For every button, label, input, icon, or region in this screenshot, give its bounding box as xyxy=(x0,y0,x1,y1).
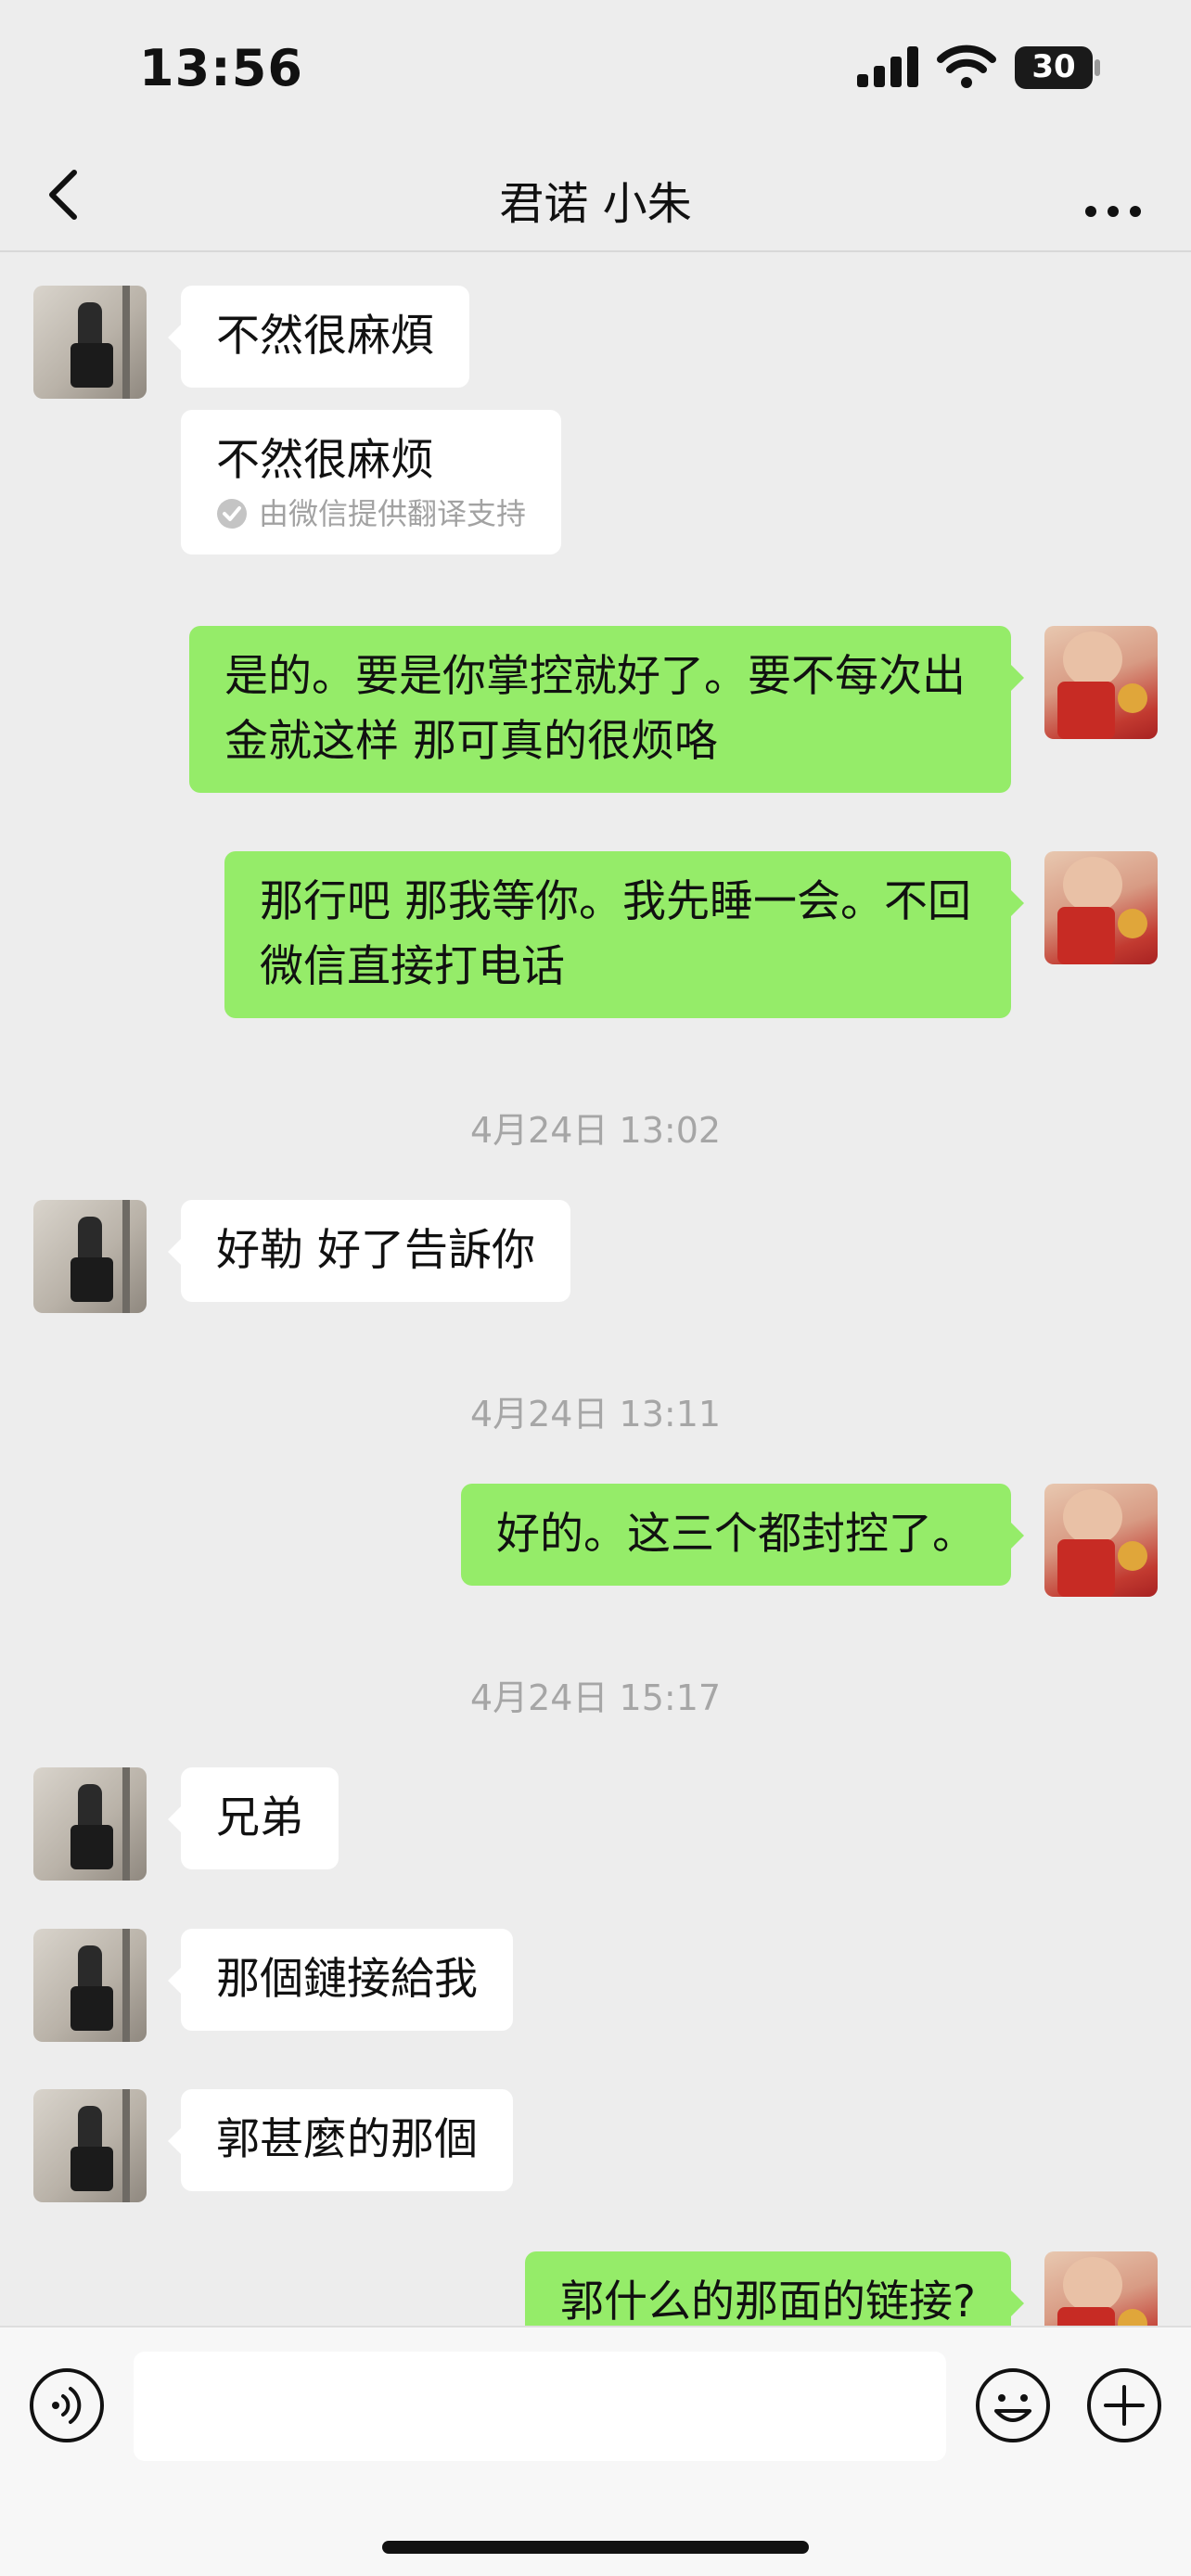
chat-title: 君诺 小朱 xyxy=(499,178,692,230)
emoji-icon[interactable] xyxy=(974,2366,1052,2444)
message-text: 兄弟 xyxy=(216,1792,303,1843)
message-text: 不然很麻煩 xyxy=(216,311,434,362)
input-bar xyxy=(0,2326,1191,2576)
battery-indicator: 30 xyxy=(1015,46,1100,89)
status-bar: 13:56 30 xyxy=(0,0,1191,139)
chat-header: 君诺 小朱 xyxy=(0,139,1191,252)
timestamp: 4月24日 13:02 xyxy=(469,1110,722,1151)
translation-note-text: 由微信提供翻译支持 xyxy=(259,496,527,531)
message-text: 好的。这三个都封控了。 xyxy=(496,1509,976,1560)
message-bubble[interactable]: 不然很麻煩 xyxy=(168,286,469,388)
my-avatar[interactable] xyxy=(1044,626,1158,739)
signal-icon xyxy=(857,46,918,87)
message-bubble[interactable]: 兄弟 xyxy=(168,1767,339,1869)
message-text: 是的。要是你掌控就好了。要不每次出金就这样 那可真的很烦咯 xyxy=(224,651,966,767)
timestamp: 4月24日 15:17 xyxy=(469,1677,722,1718)
status-time: 13:56 xyxy=(139,39,303,97)
message-bubble[interactable]: 那行吧 那我等你。我先睡一会。不回微信直接打电话 xyxy=(224,851,1024,1018)
contact-avatar[interactable] xyxy=(33,1200,147,1313)
translation-note: 由微信提供翻译支持 xyxy=(216,495,526,532)
timestamp: 4月24日 13:11 xyxy=(469,1394,722,1435)
my-avatar[interactable] xyxy=(1044,1484,1158,1597)
voice-icon[interactable] xyxy=(28,2366,106,2444)
plus-icon[interactable] xyxy=(1085,2366,1163,2444)
message-text: 郭甚麼的那個 xyxy=(216,2114,478,2165)
message-text: 那行吧 那我等你。我先睡一会。不回微信直接打电话 xyxy=(260,876,971,992)
contact-avatar[interactable] xyxy=(33,2089,147,2202)
message-bubble[interactable]: 好勒 好了告訴你 xyxy=(168,1200,570,1302)
contact-avatar[interactable] xyxy=(33,1767,147,1881)
message-bubble[interactable]: 郭甚麼的那個 xyxy=(168,2089,513,2191)
message-text: 不然很麻烦 xyxy=(216,435,434,486)
message-input[interactable] xyxy=(134,2352,946,2461)
wifi-icon xyxy=(937,45,996,88)
check-circle-icon xyxy=(217,499,247,529)
message-text: 那個鏈接給我 xyxy=(216,1954,478,2005)
chevron-left-icon[interactable] xyxy=(28,158,102,232)
battery-level: 30 xyxy=(1031,48,1076,85)
home-indicator xyxy=(382,2541,809,2554)
contact-avatar[interactable] xyxy=(33,1929,147,2042)
message-text: 好勒 好了告訴你 xyxy=(216,1225,535,1276)
message-bubble[interactable]: 那個鏈接給我 xyxy=(168,1929,513,2031)
my-avatar[interactable] xyxy=(1044,851,1158,964)
contact-avatar[interactable] xyxy=(33,286,147,399)
message-text: 郭什么的那面的链接? xyxy=(560,2276,976,2327)
message-bubble[interactable]: 是的。要是你掌控就好了。要不每次出金就这样 那可真的很烦咯 xyxy=(189,626,1024,793)
translation-bubble[interactable]: 不然很麻烦 由微信提供翻译支持 xyxy=(181,410,562,555)
message-bubble[interactable]: 好的。这三个都封控了。 xyxy=(461,1484,1024,1586)
more-icon[interactable] xyxy=(1076,158,1150,232)
